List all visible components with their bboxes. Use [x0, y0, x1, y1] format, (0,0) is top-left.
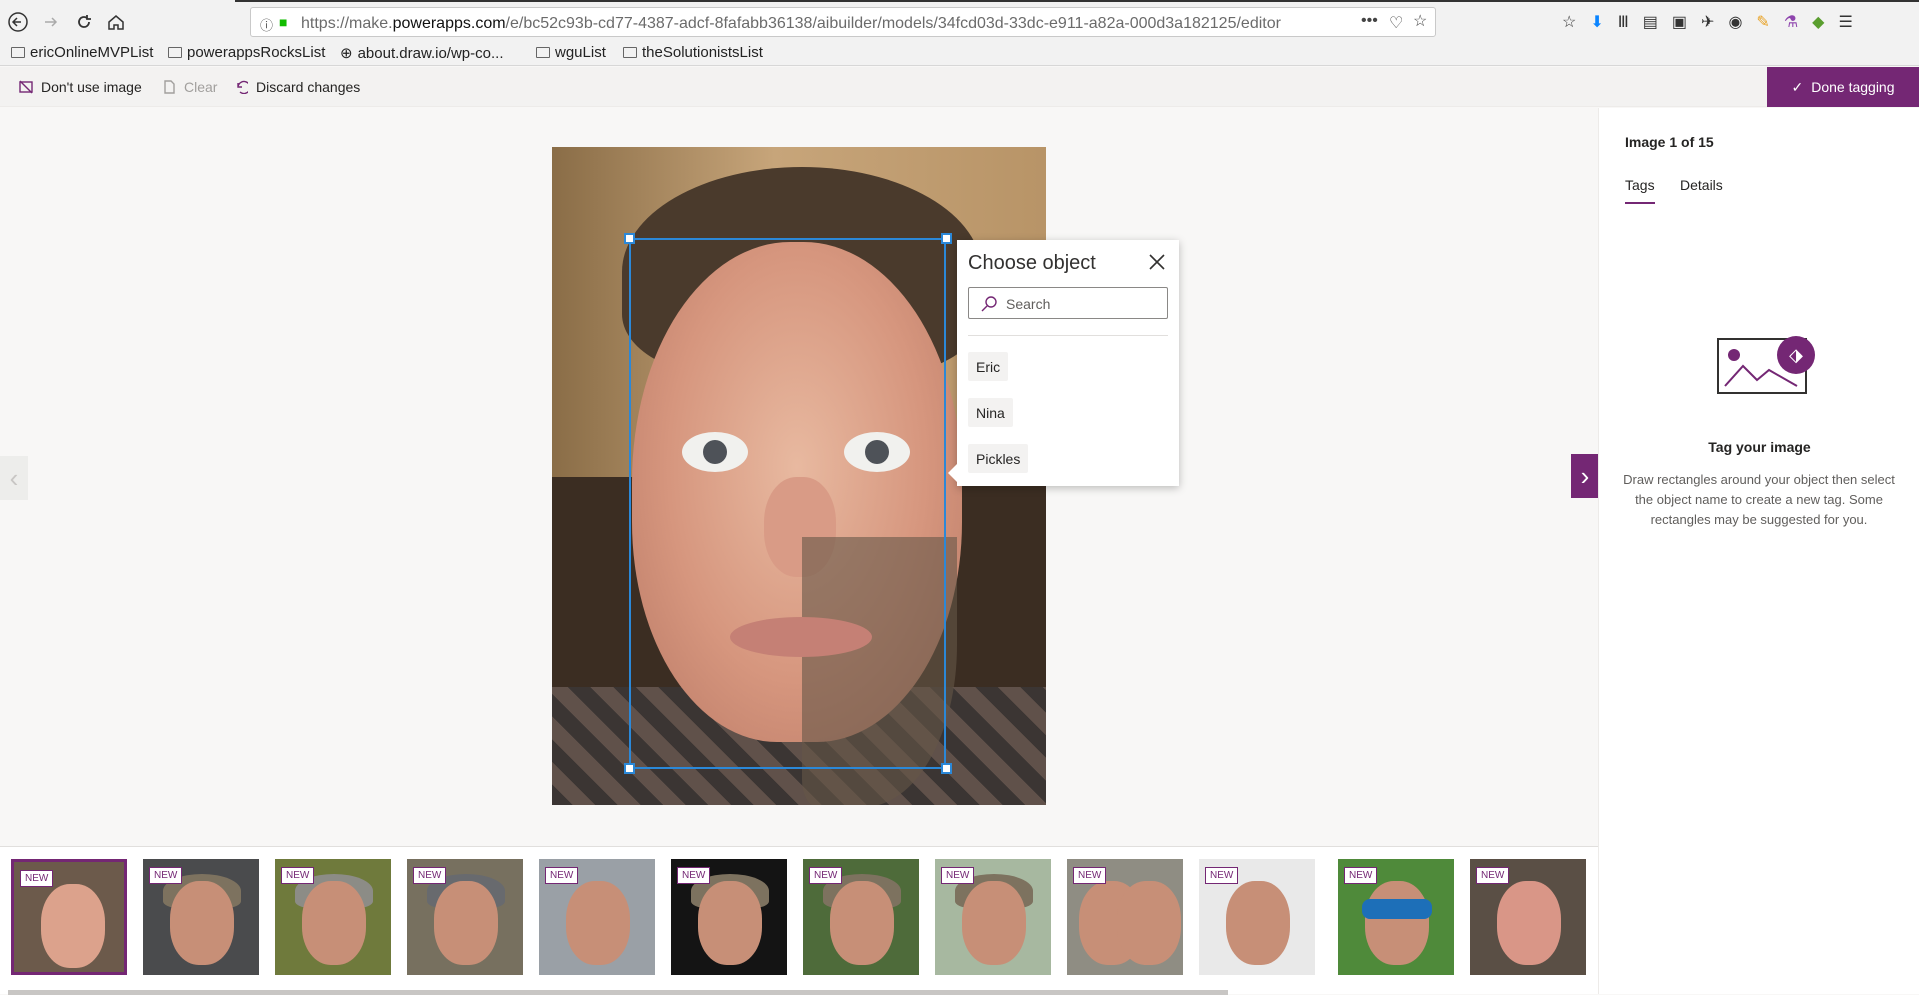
bounding-box[interactable]	[629, 238, 946, 769]
editor-toolbar: Don't use image Clear Discard changes ✓ D…	[0, 67, 1919, 107]
empty-state-description: Draw rectangles around your object then …	[1623, 472, 1895, 527]
active-tab-line	[235, 0, 1919, 2]
addon-icon[interactable]: ◆	[1812, 12, 1824, 32]
thumbnail[interactable]: NEW	[11, 859, 127, 975]
info-icon[interactable]: ⓘ	[260, 15, 273, 34]
home-icon[interactable]	[105, 11, 127, 33]
chevron-left-icon: ‹	[9, 462, 19, 493]
next-image-button[interactable]: ›	[1571, 454, 1599, 498]
bookmarks-bar: ericOnlineMVPList powerappsRocksList ⊕ ab…	[0, 43, 1919, 65]
image-count: Image 1 of 15	[1625, 134, 1714, 150]
object-option-nina[interactable]: Nina	[968, 398, 1013, 427]
object-option-eric[interactable]: Eric	[968, 352, 1009, 381]
star-list-icon[interactable]: ☆	[1562, 12, 1576, 32]
back-icon[interactable]	[7, 11, 29, 33]
tag-icon: ⬗	[1777, 336, 1815, 374]
account-icon[interactable]: ◉	[1728, 12, 1742, 32]
thumbnail[interactable]: NEW	[143, 859, 259, 975]
resize-handle[interactable]	[624, 233, 635, 244]
thumbnail[interactable]: NEW	[1067, 859, 1183, 975]
bookmark-item[interactable]: ericOnlineMVPList	[11, 44, 153, 61]
horizontal-scrollbar[interactable]	[8, 990, 1228, 995]
bookmark-item[interactable]: powerappsRocksList	[168, 44, 325, 61]
tab-tags[interactable]: Tags	[1625, 177, 1655, 193]
url-text[interactable]: https://make.powerapps.com/e/bc52c93b-cd…	[301, 15, 1281, 33]
bookmark-star-icon[interactable]: ☆	[1413, 11, 1427, 31]
resize-handle[interactable]	[941, 763, 952, 774]
library-icon[interactable]: Ⅲ	[1618, 12, 1629, 32]
search-icon	[981, 296, 997, 312]
browser-chrome: ⓘ ■ https://make.powerapps.com/e/bc52c93…	[0, 0, 1919, 66]
image-off-icon	[19, 80, 33, 94]
clear-button[interactable]: Clear	[162, 79, 217, 95]
reload-icon[interactable]	[73, 11, 95, 33]
active-tab-indicator	[1625, 202, 1655, 204]
lock-icon: ■	[279, 14, 288, 30]
checkmark-icon: ✓	[1791, 78, 1804, 95]
folder-icon	[168, 47, 182, 58]
thumbnail[interactable]: NEW	[539, 859, 655, 975]
thumbnail-strip: NEW NEW NEW NEW NEW NEW NEW NEW NEW NEW …	[0, 846, 1598, 995]
previous-image-button[interactable]: ‹	[0, 456, 28, 500]
thumbnail[interactable]: NEW	[1199, 859, 1315, 975]
divider	[968, 335, 1168, 336]
undo-icon	[237, 80, 248, 94]
pocket-icon[interactable]: ♡	[1389, 13, 1403, 33]
download-icon[interactable]: ⬇	[1590, 12, 1603, 32]
thumbnail[interactable]: NEW	[803, 859, 919, 975]
thumbnail[interactable]: NEW	[275, 859, 391, 975]
extension-icon[interactable]: ✈	[1701, 12, 1714, 32]
chevron-right-icon: ›	[1580, 460, 1590, 491]
done-tagging-button[interactable]: ✓ Done tagging	[1767, 67, 1919, 107]
object-option-pickles[interactable]: Pickles	[968, 444, 1029, 473]
close-icon[interactable]	[1147, 252, 1167, 272]
address-bar[interactable]: ⓘ ■ https://make.powerapps.com/e/bc52c93…	[250, 7, 1436, 37]
resize-handle[interactable]	[941, 233, 952, 244]
thumbnail[interactable]: NEW	[671, 859, 787, 975]
dont-use-image-button[interactable]: Don't use image	[19, 79, 142, 95]
thumbnail[interactable]: NEW	[935, 859, 1051, 975]
bookmark-item[interactable]: wguList	[536, 44, 606, 61]
popup-title: Choose object	[968, 252, 1096, 274]
bookmark-item[interactable]: theSolutionistsList	[623, 44, 763, 61]
menu-icon[interactable]: ☰	[1838, 12, 1852, 32]
document-icon	[164, 80, 175, 94]
folder-icon	[623, 47, 637, 58]
folder-icon	[536, 47, 550, 58]
thumbnail[interactable]: NEW	[1338, 859, 1454, 975]
search-input[interactable]: Search	[968, 287, 1168, 319]
tags-panel: Image 1 of 15 Tags Details ⬗ Tag your im…	[1598, 108, 1919, 994]
empty-state-title: Tag your image	[1708, 439, 1811, 455]
thumbnail[interactable]: NEW	[1470, 859, 1586, 975]
reader-icon[interactable]: ▣	[1672, 12, 1687, 32]
discard-changes-button[interactable]: Discard changes	[234, 79, 360, 95]
folder-icon	[11, 47, 25, 58]
page-actions-icon[interactable]: •••	[1361, 12, 1378, 30]
thumbnail[interactable]: NEW	[407, 859, 523, 975]
resize-handle[interactable]	[624, 763, 635, 774]
forward-icon[interactable]	[40, 11, 62, 33]
choose-object-popup: Choose object Search Eric Nina Pickles	[948, 240, 1179, 486]
bookmark-item[interactable]: ⊕ about.draw.io/wp-co...	[340, 44, 504, 63]
brush-icon[interactable]: ✎	[1756, 12, 1769, 32]
globe-icon: ⊕	[340, 45, 353, 62]
sidebar-icon[interactable]: ▤	[1643, 12, 1658, 32]
flask-icon[interactable]: ⚗	[1784, 12, 1798, 32]
search-placeholder: Search	[1006, 296, 1051, 312]
tab-details[interactable]: Details	[1680, 177, 1723, 193]
